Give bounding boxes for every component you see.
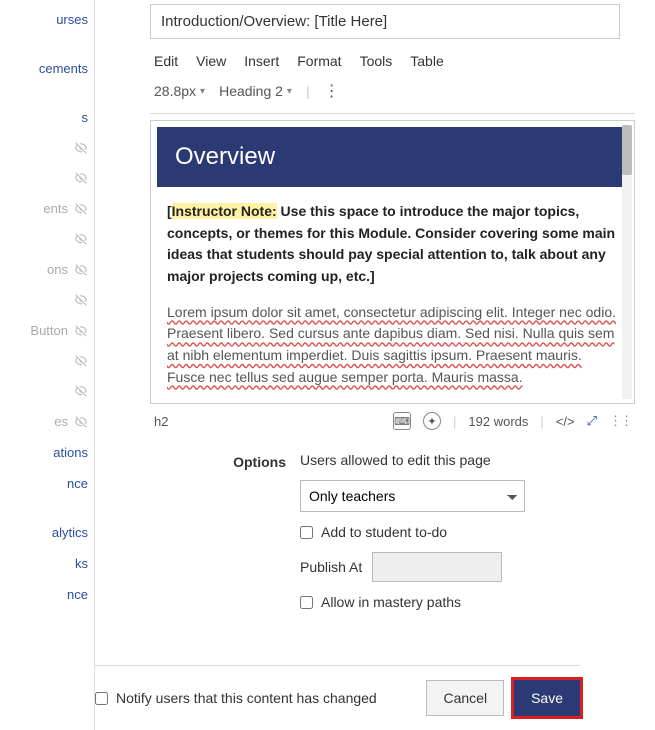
sidebar-item[interactable]: urses	[0, 4, 94, 35]
menu-tools[interactable]: Tools	[360, 53, 393, 69]
sidebar-item[interactable]	[0, 163, 94, 193]
mastery-checkbox[interactable]	[300, 596, 313, 609]
page-options: Options Users allowed to edit this page …	[150, 438, 635, 626]
hidden-icon	[74, 141, 88, 155]
options-label: Options	[150, 452, 300, 622]
notify-label: Notify users that this content has chang…	[116, 690, 377, 706]
mastery-label: Allow in mastery paths	[321, 594, 461, 610]
edit-roles-label: Users allowed to edit this page	[300, 452, 635, 468]
rce-menubar: Edit View Insert Format Tools Table	[150, 39, 645, 75]
sidebar-item[interactable]: ations	[0, 437, 94, 468]
sidebar-item[interactable]	[0, 224, 94, 254]
sidebar-item[interactable]: Button	[0, 315, 94, 346]
publish-at-input[interactable]	[372, 552, 502, 582]
keyboard-shortcuts-icon[interactable]: ⌨	[393, 412, 411, 430]
page-title-input[interactable]	[150, 4, 620, 39]
html-editor-toggle[interactable]: </>	[556, 414, 575, 429]
divider: |	[540, 414, 543, 429]
publish-at-label: Publish At	[300, 559, 362, 575]
hidden-icon	[74, 171, 88, 185]
notify-checkbox-row[interactable]: Notify users that this content has chang…	[95, 690, 426, 706]
sidebar-item[interactable]	[0, 346, 94, 376]
font-size-dropdown[interactable]: 28.8px ▾	[154, 83, 205, 99]
hidden-icon	[74, 263, 88, 277]
todo-label: Add to student to-do	[321, 524, 447, 540]
sidebar-item[interactable]: nce	[0, 468, 94, 499]
todo-checkbox[interactable]	[300, 526, 313, 539]
sidebar-item[interactable]: alytics	[0, 517, 94, 548]
editor-scrollbar[interactable]	[622, 125, 632, 399]
chevron-down-icon: ▾	[287, 86, 292, 97]
sidebar-item[interactable]: ents	[0, 193, 94, 224]
lorem-text[interactable]: Lorem ipsum dolor sit amet, consectetur …	[157, 298, 628, 399]
scrollbar-thumb[interactable]	[622, 125, 632, 175]
hidden-icon	[74, 354, 88, 368]
hidden-icon	[74, 293, 88, 307]
more-options-icon[interactable]: ⋮	[324, 81, 340, 101]
sidebar-item[interactable]	[0, 133, 94, 163]
course-nav-sidebar: urses cements s ents ons Button es ation…	[0, 0, 95, 730]
sidebar-item[interactable]: nce	[0, 579, 94, 610]
sidebar-item[interactable]: cements	[0, 53, 94, 84]
hidden-icon	[74, 384, 88, 398]
form-footer: Notify users that this content has chang…	[95, 665, 580, 716]
menu-edit[interactable]: Edit	[154, 53, 178, 69]
element-path[interactable]: h2	[154, 414, 381, 429]
menu-table[interactable]: Table	[410, 53, 443, 69]
sidebar-item[interactable]: es	[0, 406, 94, 437]
editor-content[interactable]: Overview [Instructor Note: Use this spac…	[153, 123, 632, 401]
mastery-checkbox-row[interactable]: Allow in mastery paths	[300, 594, 635, 610]
page-editor: Edit View Insert Format Tools Table 28.8…	[95, 0, 655, 730]
word-count[interactable]: 192 words	[468, 414, 528, 429]
notify-checkbox[interactable]	[95, 692, 108, 705]
hidden-icon	[74, 232, 88, 246]
divider: |	[306, 83, 310, 99]
hidden-icon	[74, 415, 88, 429]
block-type-dropdown[interactable]: Heading 2 ▾	[219, 83, 292, 99]
menu-format[interactable]: Format	[297, 53, 341, 69]
bracket-open: [	[167, 203, 172, 219]
hidden-icon	[74, 324, 88, 338]
overview-heading[interactable]: Overview	[157, 127, 628, 187]
cancel-button[interactable]: Cancel	[426, 680, 504, 716]
accessibility-checker-icon[interactable]: ✦	[423, 412, 441, 430]
sidebar-item[interactable]: s	[0, 102, 94, 133]
rce-toolbar: 28.8px ▾ Heading 2 ▾ | ⋮	[150, 75, 635, 114]
sidebar-item[interactable]	[0, 376, 94, 406]
sidebar-spacer	[0, 84, 94, 102]
publish-at-row: Publish At	[300, 552, 635, 582]
menu-view[interactable]: View	[196, 53, 226, 69]
chevron-down-icon: ▾	[200, 86, 205, 97]
todo-checkbox-row[interactable]: Add to student to-do	[300, 524, 635, 540]
sidebar-item[interactable]: ons	[0, 254, 94, 285]
rce-editor[interactable]: Overview [Instructor Note: Use this spac…	[150, 120, 635, 404]
divider: |	[453, 414, 456, 429]
drag-handle-icon[interactable]: ⋮⋮	[609, 413, 631, 429]
block-type-value: Heading 2	[219, 83, 283, 99]
instructor-note[interactable]: [Instructor Note: Use this space to intr…	[157, 187, 628, 298]
sidebar-item[interactable]: ks	[0, 548, 94, 579]
menu-insert[interactable]: Insert	[244, 53, 279, 69]
sidebar-item[interactable]	[0, 285, 94, 315]
sidebar-spacer	[0, 499, 94, 517]
edit-roles-select[interactable]: Only teachers	[300, 480, 525, 512]
hidden-icon	[74, 202, 88, 216]
save-button[interactable]: Save	[514, 680, 580, 716]
sidebar-spacer	[0, 35, 94, 53]
rce-statusbar: h2 ⌨ ✦ | 192 words | </> ⤢ ⋮⋮	[150, 404, 635, 438]
note-highlight: Instructor Note:	[172, 203, 277, 219]
fullscreen-icon[interactable]: ⤢	[587, 413, 597, 429]
font-size-value: 28.8px	[154, 83, 196, 99]
